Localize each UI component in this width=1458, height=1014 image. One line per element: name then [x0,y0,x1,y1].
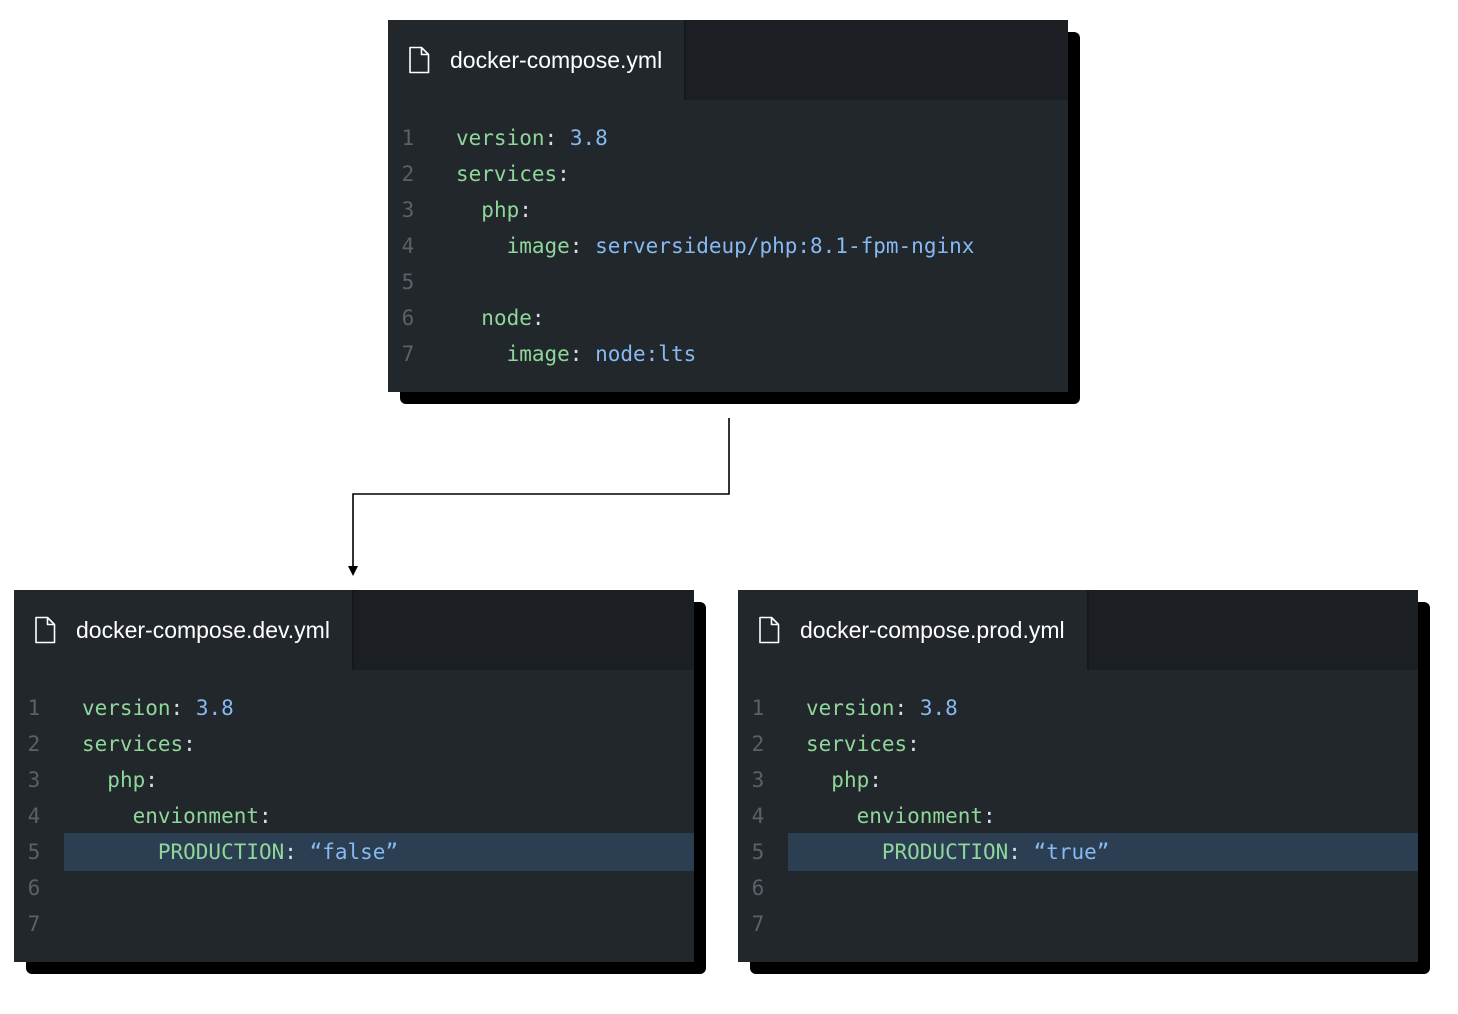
line-number: 1 [751,696,765,720]
yaml-key: services [806,732,908,756]
yaml-separator: : [1008,840,1034,864]
yaml-separator: : [259,804,272,828]
code-line: 2 services: [14,726,694,762]
code-text: php: [806,762,882,798]
line-number: 4 [27,804,41,828]
line-number: 7 [751,912,765,936]
yaml-key: services [82,732,184,756]
yaml-value: 3.8 [195,696,234,720]
code-line: 1 version: 3.8 [738,690,1418,726]
code-line: 6 [14,870,694,906]
line-number: 6 [751,876,765,900]
line-number: 2 [27,732,41,756]
yaml-separator: : [983,804,996,828]
code-line: 1 version: 3.8 [14,690,694,726]
yaml-value: “false” [309,840,399,864]
file-icon [759,616,780,644]
code-text: services: [806,726,920,762]
yaml-separator: : [170,696,196,720]
code-editor: 1 version: 3.8 2 services: 3 php: 4 envionmen… [738,690,1418,942]
code-text: PRODUCTION: “false” [82,834,398,870]
code-line: 6 [738,870,1418,906]
yaml-separator: : [183,732,196,756]
yaml-separator: : [284,840,310,864]
highlighted-code-line: 5 PRODUCTION: “false” [14,833,694,871]
tab-label: docker-compose.dev.yml [76,616,330,643]
line-number: 1 [27,696,41,720]
yaml-key: php [107,768,146,792]
line-number: 3 [751,768,765,792]
dev-compose-panel: docker-compose.dev.yml 1 version: 3.8 2 ser… [14,590,694,962]
yaml-value: 3.8 [919,696,958,720]
yaml-separator: : [869,768,882,792]
tab-docker-compose-prod[interactable]: docker-compose.prod.yml [738,590,1089,670]
yaml-separator: : [894,696,920,720]
yaml-key: PRODUCTION [157,840,285,864]
yaml-separator: : [145,768,158,792]
yaml-value: “true” [1033,840,1110,864]
code-text: php: [82,762,158,798]
highlighted-code-line: 5 PRODUCTION: “true” [738,833,1418,871]
prod-compose-panel: docker-compose.prod.yml 1 version: 3.8 2 se… [738,590,1418,962]
code-editor: 1 version: 3.8 2 services: 3 php: 4 envionmen… [14,690,694,942]
code-text: PRODUCTION: “true” [806,834,1110,870]
line-number: 4 [751,804,765,828]
code-text: envionment: [82,798,272,834]
line-number: 6 [27,876,41,900]
tab-bar: docker-compose.dev.yml [14,590,694,670]
line-number: 5 [751,840,765,864]
yaml-key: php [831,768,870,792]
code-text: version: 3.8 [82,690,234,726]
code-text: services: [82,726,196,762]
code-text: version: 3.8 [806,690,958,726]
code-line: 2 services: [738,726,1418,762]
tab-bar: docker-compose.prod.yml [738,590,1418,670]
line-number: 7 [27,912,41,936]
line-number: 5 [27,840,41,864]
code-line: 7 [14,906,694,942]
yaml-key: version [82,696,171,720]
yaml-key: envionment [856,804,984,828]
code-line: 4 envionment: [738,798,1418,834]
code-line: 3 php: [14,762,694,798]
yaml-key: version [806,696,895,720]
tab-label: docker-compose.prod.yml [800,616,1065,643]
code-line: 3 php: [738,762,1418,798]
tab-docker-compose-dev[interactable]: docker-compose.dev.yml [14,590,354,670]
line-number: 2 [751,732,765,756]
file-icon [35,616,56,644]
yaml-separator: : [907,732,920,756]
code-line: 7 [738,906,1418,942]
yaml-key: PRODUCTION [881,840,1009,864]
yaml-key: envionment [132,804,260,828]
code-text: envionment: [806,798,996,834]
line-number: 3 [27,768,41,792]
code-line: 4 envionment: [14,798,694,834]
